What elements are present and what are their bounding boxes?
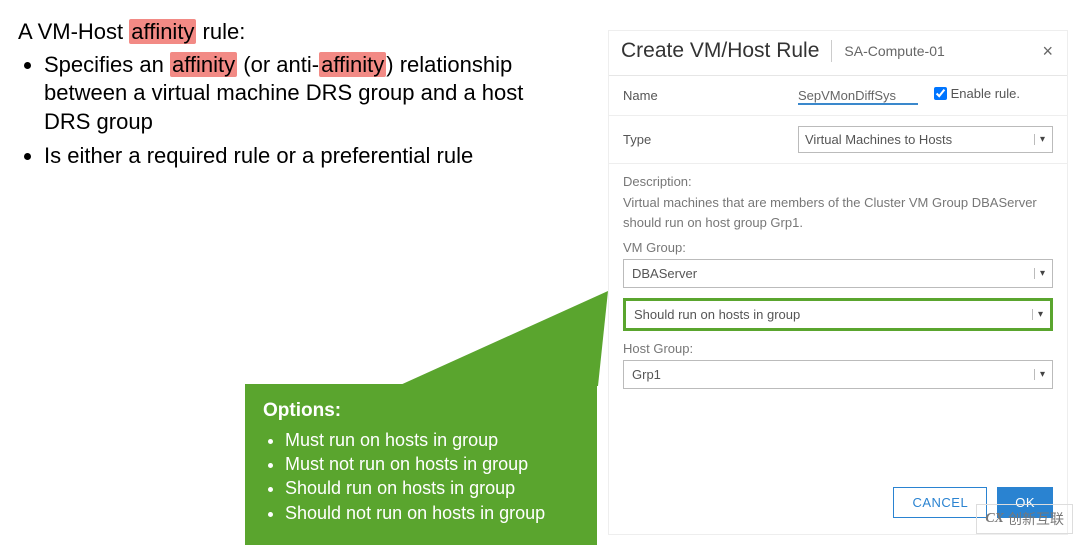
tooltip-title: Options: <box>263 398 579 424</box>
description-label: Description: <box>623 174 1053 189</box>
enable-rule-label: Enable rule. <box>951 86 1020 101</box>
intro-prefix: A VM-Host <box>18 19 129 44</box>
type-row: Type Virtual Machines to Hosts ▾ <box>609 116 1067 164</box>
b1-hl1: affinity <box>170 52 237 77</box>
enable-rule-checkbox[interactable] <box>934 87 947 100</box>
type-value: Virtual Machines to Hosts <box>805 132 952 147</box>
tooltip-list: Must run on hosts in group Must not run … <box>285 428 579 525</box>
dialog-body: Description: Virtual machines that are m… <box>609 164 1067 405</box>
type-select[interactable]: Virtual Machines to Hosts ▾ <box>798 126 1053 153</box>
create-rule-dialog: Create VM/Host Rule SA-Compute-01 × Name… <box>608 30 1068 535</box>
bullet-1: Specifies an affinity (or anti-affinity)… <box>44 51 558 137</box>
dialog-header: Create VM/Host Rule SA-Compute-01 × <box>609 31 1067 76</box>
chevron-down-icon: ▾ <box>1034 268 1046 279</box>
intro-highlight: affinity <box>129 19 196 44</box>
b1-hl2: affinity <box>319 52 386 77</box>
bullet-list: Specifies an affinity (or anti-affinity)… <box>44 51 558 171</box>
tooltip-item: Must not run on hosts in group <box>285 452 579 476</box>
options-tooltip: Options: Must run on hosts in group Must… <box>245 384 597 545</box>
hostgroup-select[interactable]: Grp1 ▾ <box>623 360 1053 389</box>
hostgroup-label: Host Group: <box>623 341 1053 356</box>
b1-prefix: Specifies an <box>44 52 170 77</box>
name-row: Name Enable rule. <box>609 76 1067 116</box>
close-icon[interactable]: × <box>1042 41 1053 62</box>
name-label: Name <box>609 76 784 116</box>
tooltip-item: Should not run on hosts in group <box>285 501 579 525</box>
explanation-text: A VM-Host affinity rule: Specifies an af… <box>18 18 558 177</box>
hostgroup-value: Grp1 <box>632 367 661 382</box>
description-text: Virtual machines that are members of the… <box>623 193 1053 232</box>
b1-mid: (or anti- <box>237 52 319 77</box>
chevron-down-icon: ▾ <box>1034 369 1046 380</box>
intro-suffix: rule: <box>196 19 245 44</box>
policy-select[interactable]: Should run on hosts in group ▾ <box>623 298 1053 331</box>
enable-rule-wrap: Enable rule. <box>934 86 1020 101</box>
intro-line: A VM-Host affinity rule: <box>18 18 558 47</box>
tooltip-item: Should run on hosts in group <box>285 476 579 500</box>
bullet-2: Is either a required rule or a preferent… <box>44 142 558 171</box>
chevron-down-icon: ▾ <box>1034 134 1046 145</box>
form-table: Name Enable rule. Type Virtual Machines … <box>609 76 1067 164</box>
tooltip-item: Must run on hosts in group <box>285 428 579 452</box>
chevron-down-icon: ▾ <box>1032 309 1044 320</box>
watermark-text: 创新互联 <box>1008 509 1064 529</box>
cancel-button[interactable]: CANCEL <box>893 487 987 518</box>
vmgroup-label: VM Group: <box>623 240 1053 255</box>
watermark-logo: CX <box>985 511 1004 527</box>
type-label: Type <box>609 116 784 164</box>
vmgroup-select[interactable]: DBAServer ▾ <box>623 259 1053 288</box>
dialog-title: Create VM/Host Rule <box>621 39 831 63</box>
policy-value: Should run on hosts in group <box>634 307 800 322</box>
vmgroup-value: DBAServer <box>632 266 697 281</box>
header-separator <box>831 40 832 62</box>
name-input[interactable] <box>798 88 918 105</box>
dialog-context: SA-Compute-01 <box>844 43 944 59</box>
watermark: CX 创新互联 <box>976 504 1073 534</box>
